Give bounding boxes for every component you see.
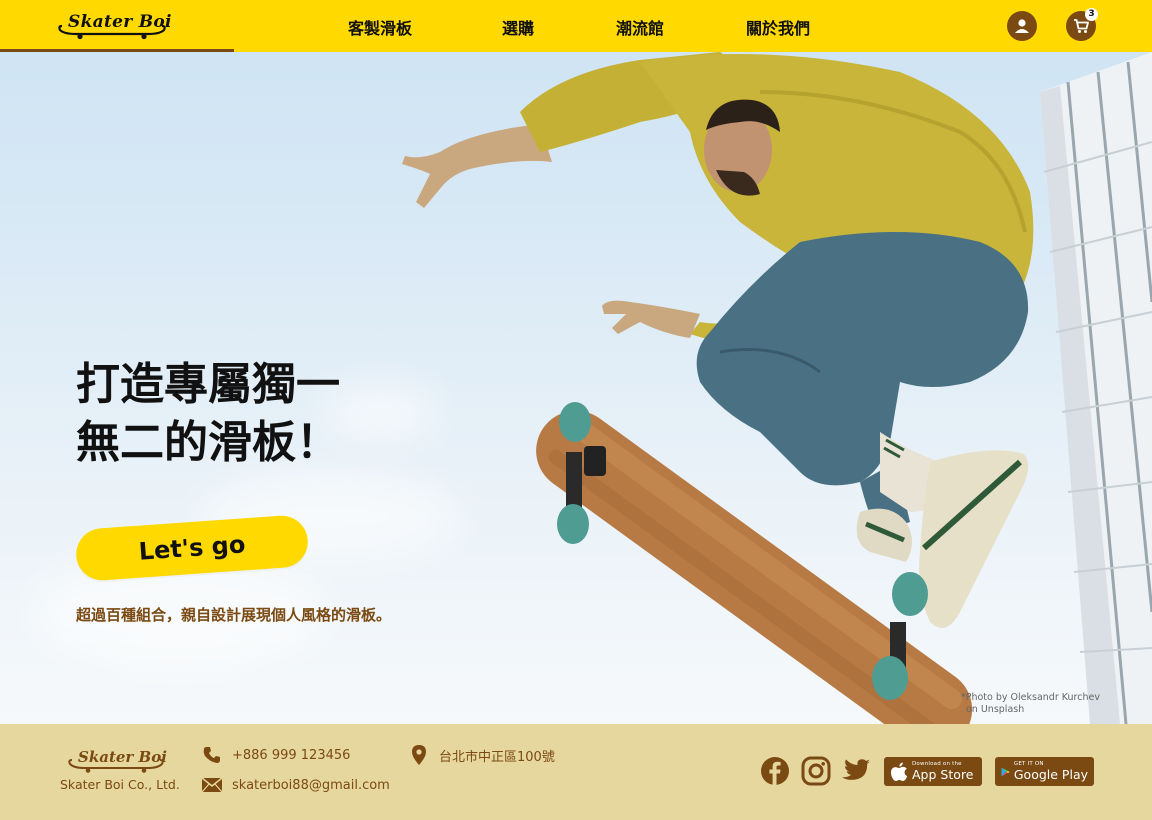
instagram-link[interactable] — [801, 756, 831, 786]
google-play-button[interactable]: GET IT ON Google Play — [995, 757, 1094, 786]
email-row: skaterboi88@gmail.com — [202, 775, 390, 795]
phone-number[interactable]: +886 999 123456 — [232, 748, 350, 763]
footer-logo-text: Skater Boi — [78, 748, 167, 766]
brand-logo[interactable]: Skater Boi — [56, 10, 171, 40]
address-row: 台北市中正區100號 — [409, 745, 555, 765]
instagram-icon — [801, 756, 831, 786]
company-name: Skater Boi Co., Ltd. — [60, 777, 180, 792]
apple-icon — [891, 761, 908, 781]
nav-item-custom-board[interactable]: 客製滑板 — [348, 15, 412, 39]
user-icon — [1015, 19, 1029, 33]
hero-section: 打造專屬獨一 無二的滑板！ Let's go 超過百種組合，親自設計展現個人風格… — [0, 52, 1152, 724]
google-play-big-text: Google Play — [1013, 766, 1088, 782]
account-button[interactable] — [1007, 11, 1037, 41]
nav-item-trend[interactable]: 潮流館 — [616, 15, 664, 39]
cart-count-badge: 3 — [1085, 8, 1098, 21]
facebook-link[interactable] — [760, 756, 790, 786]
nav-item-about-us[interactable]: 關於我們 — [746, 15, 810, 39]
google-play-icon — [1001, 767, 1010, 776]
twitter-link[interactable] — [841, 756, 871, 786]
site-footer: Skater Boi Skater Boi Co., Ltd. +886 999… — [0, 724, 1152, 820]
nav-item-shop[interactable]: 選購 — [502, 15, 534, 39]
hero-headline-line2: 無二的滑板！ — [76, 417, 340, 468]
brand-logo-text: Skater Boi — [68, 12, 172, 32]
photo-credit-line1: *Photo by Oleksandr Kurchev — [961, 692, 1100, 703]
location-pin-icon — [409, 745, 429, 765]
mail-icon — [202, 775, 222, 795]
hero-headline: 打造專屬獨一 無二的滑板！ — [76, 356, 340, 472]
phone-icon — [202, 745, 222, 765]
photo-credit-line2: on Unsplash — [966, 704, 1025, 715]
app-store-big-text: App Store — [912, 766, 974, 782]
facebook-icon — [761, 757, 789, 785]
hero-tagline: 超過百種組合，親自設計展現個人風格的滑板。 — [76, 606, 392, 624]
building-illustration — [1040, 52, 1152, 724]
address-text: 台北市中正區100號 — [439, 749, 555, 765]
email-address[interactable]: skaterboi88@gmail.com — [232, 778, 390, 793]
hero-headline-line1: 打造專屬獨一 — [76, 359, 340, 410]
footer-logo[interactable]: Skater Boi — [66, 746, 167, 774]
twitter-icon — [842, 759, 870, 780]
app-store-button[interactable]: Download on the App Store — [884, 757, 982, 786]
phone-row: +886 999 123456 — [202, 745, 350, 765]
photo-credit: *Photo by Oleksandr Kurchev on Unsplash — [961, 692, 1100, 716]
site-header: Skater Boi 客製滑板 選購 潮流館 關於我們 3 — [0, 0, 1152, 52]
